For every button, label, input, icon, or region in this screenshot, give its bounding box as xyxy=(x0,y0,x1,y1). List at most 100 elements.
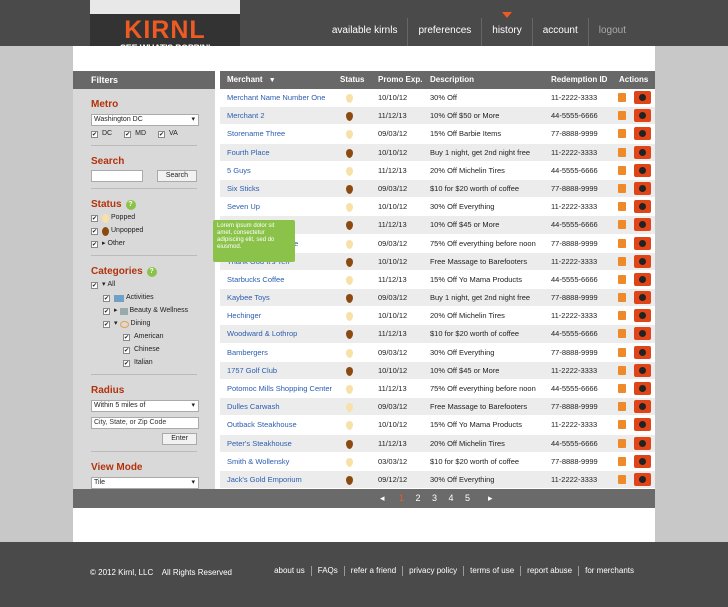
nav-account[interactable]: account xyxy=(531,18,588,46)
nav-history[interactable]: history xyxy=(481,12,531,46)
help-icon[interactable]: ? xyxy=(125,199,136,210)
footer-link[interactable]: about us xyxy=(268,566,311,576)
merchant-link[interactable]: Woodward & Lothrop xyxy=(227,325,297,343)
help-icon[interactable]: ? xyxy=(146,266,157,277)
view-deal-button[interactable] xyxy=(634,400,651,414)
table-row[interactable]: Woodward & Lothrop 11/12/13 $10 for $20 wo… xyxy=(220,325,655,344)
table-row[interactable]: Outback Steakhouse 10/10/12 15% Off Yo Mam… xyxy=(220,416,655,435)
footer-link[interactable]: privacy policy xyxy=(402,566,463,576)
view-deal-button[interactable] xyxy=(634,345,651,359)
footer-link[interactable]: terms of use xyxy=(463,566,520,576)
expand-arrow-icon[interactable]: ▸ xyxy=(114,306,118,316)
table-row[interactable]: Dulles Carwash 09/03/12 Free Massage to Ba… xyxy=(220,398,655,417)
merchant-link[interactable]: Potomoc Mills Shopping Center xyxy=(227,380,332,398)
cat-chinese-row[interactable]: ✔ Chinese xyxy=(91,345,197,355)
print-icon[interactable] xyxy=(618,365,626,375)
view-deal-button[interactable] xyxy=(634,236,651,250)
merchant-link[interactable]: Starbucks Coffee xyxy=(227,271,284,289)
view-deal-button[interactable] xyxy=(634,363,651,377)
view-deal-button[interactable] xyxy=(634,472,651,486)
check-icon[interactable]: ✔ xyxy=(103,307,110,315)
table-row[interactable]: Seven Up 10/10/12 30% Off Everything 11-222… xyxy=(220,198,655,217)
table-row[interactable]: Hechinger 10/10/12 20% Off Michelin Tires 1… xyxy=(220,307,655,326)
print-icon[interactable] xyxy=(618,474,626,484)
view-deal-button[interactable] xyxy=(634,291,651,305)
enter-button[interactable]: Enter xyxy=(162,433,197,445)
print-icon[interactable] xyxy=(618,165,626,175)
table-row[interactable]: Fourth Place 10/10/12 Buy 1 night, get 2nd… xyxy=(220,143,655,162)
view-deal-button[interactable] xyxy=(634,127,651,141)
print-icon[interactable] xyxy=(618,384,626,393)
merchant-link[interactable]: Peter's Steakhouse xyxy=(227,435,292,453)
print-icon[interactable] xyxy=(618,420,626,430)
col-status[interactable]: Status xyxy=(340,71,364,89)
merchant-link[interactable]: 5 Guys xyxy=(227,162,251,180)
table-row[interactable]: 1757 Golf Club 10/10/12 10% Off $45 or Mor… xyxy=(220,361,655,380)
check-icon[interactable]: ✔ xyxy=(91,214,98,222)
merchant-link[interactable]: Merchant Name Number One xyxy=(227,89,325,107)
view-deal-button[interactable] xyxy=(634,109,651,123)
location-input[interactable]: City, State, or Zip Code xyxy=(91,417,199,429)
check-icon[interactable]: ✔ xyxy=(124,130,132,138)
merchant-link[interactable]: Seven Up xyxy=(227,198,260,216)
footer-link[interactable]: refer a friend xyxy=(343,566,402,576)
footer-link[interactable]: report abuse xyxy=(520,566,578,576)
nav-available-kirnls[interactable]: available kirnls xyxy=(322,18,408,46)
view-deal-button[interactable] xyxy=(634,454,651,468)
view-deal-button[interactable] xyxy=(634,145,651,159)
col-merchant[interactable]: Merchant ▼ xyxy=(227,71,276,90)
cat-all-row[interactable]: ✔ ▾ All xyxy=(91,280,197,290)
view-deal-button[interactable] xyxy=(634,436,651,450)
print-icon[interactable] xyxy=(618,147,626,157)
search-input[interactable] xyxy=(91,170,143,182)
print-icon[interactable] xyxy=(618,402,626,412)
table-row[interactable]: Bambergers 09/03/12 30% Off Everything 77-8… xyxy=(220,343,655,362)
table-row[interactable]: Smith & Wollensky 03/03/12 $10 for $20 wor… xyxy=(220,452,655,471)
print-icon[interactable] xyxy=(618,438,626,448)
search-button[interactable]: Search xyxy=(156,170,197,182)
view-deal-button[interactable] xyxy=(634,272,651,286)
print-icon[interactable] xyxy=(618,456,626,466)
merchant-link[interactable]: Six Sticks xyxy=(227,180,260,198)
check-icon[interactable]: ✔ xyxy=(103,320,110,328)
expand-arrow-icon[interactable]: ▸ xyxy=(102,239,106,249)
print-icon[interactable] xyxy=(618,311,626,321)
view-deal-button[interactable] xyxy=(634,181,651,195)
prev-page-icon[interactable]: ◂ xyxy=(380,489,385,508)
print-icon[interactable] xyxy=(618,256,626,266)
check-icon[interactable]: ✔ xyxy=(123,333,130,341)
check-icon[interactable]: ✔ xyxy=(103,294,110,302)
merchant-link[interactable]: Jack's Gold Emporium xyxy=(227,471,302,489)
table-row[interactable]: Potomoc Mills Shopping Center 11/12/13 75%… xyxy=(220,380,655,399)
check-icon[interactable]: ✔ xyxy=(91,227,98,235)
col-redemption-id[interactable]: Redemption ID xyxy=(551,71,607,89)
merchant-link[interactable]: Bambergers xyxy=(227,344,268,362)
status-popped-row[interactable]: ✔ Popped xyxy=(91,213,197,223)
check-icon[interactable]: ✔ xyxy=(123,359,130,367)
status-other-row[interactable]: ✔ ▸ Other xyxy=(91,239,197,249)
page-link[interactable]: 1 xyxy=(399,489,404,508)
merchant-link[interactable]: Smith & Wollensky xyxy=(227,453,289,471)
print-icon[interactable] xyxy=(618,347,626,357)
check-icon[interactable]: ✔ xyxy=(158,130,166,138)
table-row[interactable]: Starbucks Coffee 11/12/13 15% Off Yo Mama … xyxy=(220,270,655,290)
view-deal-button[interactable] xyxy=(634,309,651,323)
cat-dining-row[interactable]: ✔ ▾ Dining xyxy=(91,319,197,329)
merchant-link[interactable]: Merchant 2 xyxy=(227,107,265,125)
merchant-link[interactable]: Hechinger xyxy=(227,307,261,325)
merchant-link[interactable]: Dulles Carwash xyxy=(227,398,280,416)
view-deal-button[interactable] xyxy=(634,218,651,232)
page-link[interactable]: 5 xyxy=(465,489,470,508)
view-deal-button[interactable] xyxy=(634,327,651,341)
merchant-link[interactable]: Storename Three xyxy=(227,125,285,143)
metro-select[interactable]: Washington DC xyxy=(91,114,199,126)
view-mode-select[interactable]: Tile xyxy=(91,477,199,489)
nav-logout[interactable]: logout xyxy=(587,18,636,46)
print-icon[interactable] xyxy=(618,329,626,339)
table-row[interactable]: Storename Three 09/03/12 15% Off Barbie It… xyxy=(220,125,655,144)
view-deal-button[interactable] xyxy=(634,91,651,104)
table-row[interactable]: Peter's Steakhouse 11/12/13 20% Off Michel… xyxy=(220,434,655,453)
check-icon[interactable]: ✔ xyxy=(123,346,130,354)
check-icon[interactable]: ✔ xyxy=(91,130,98,138)
footer-link[interactable]: FAQs xyxy=(310,566,344,576)
